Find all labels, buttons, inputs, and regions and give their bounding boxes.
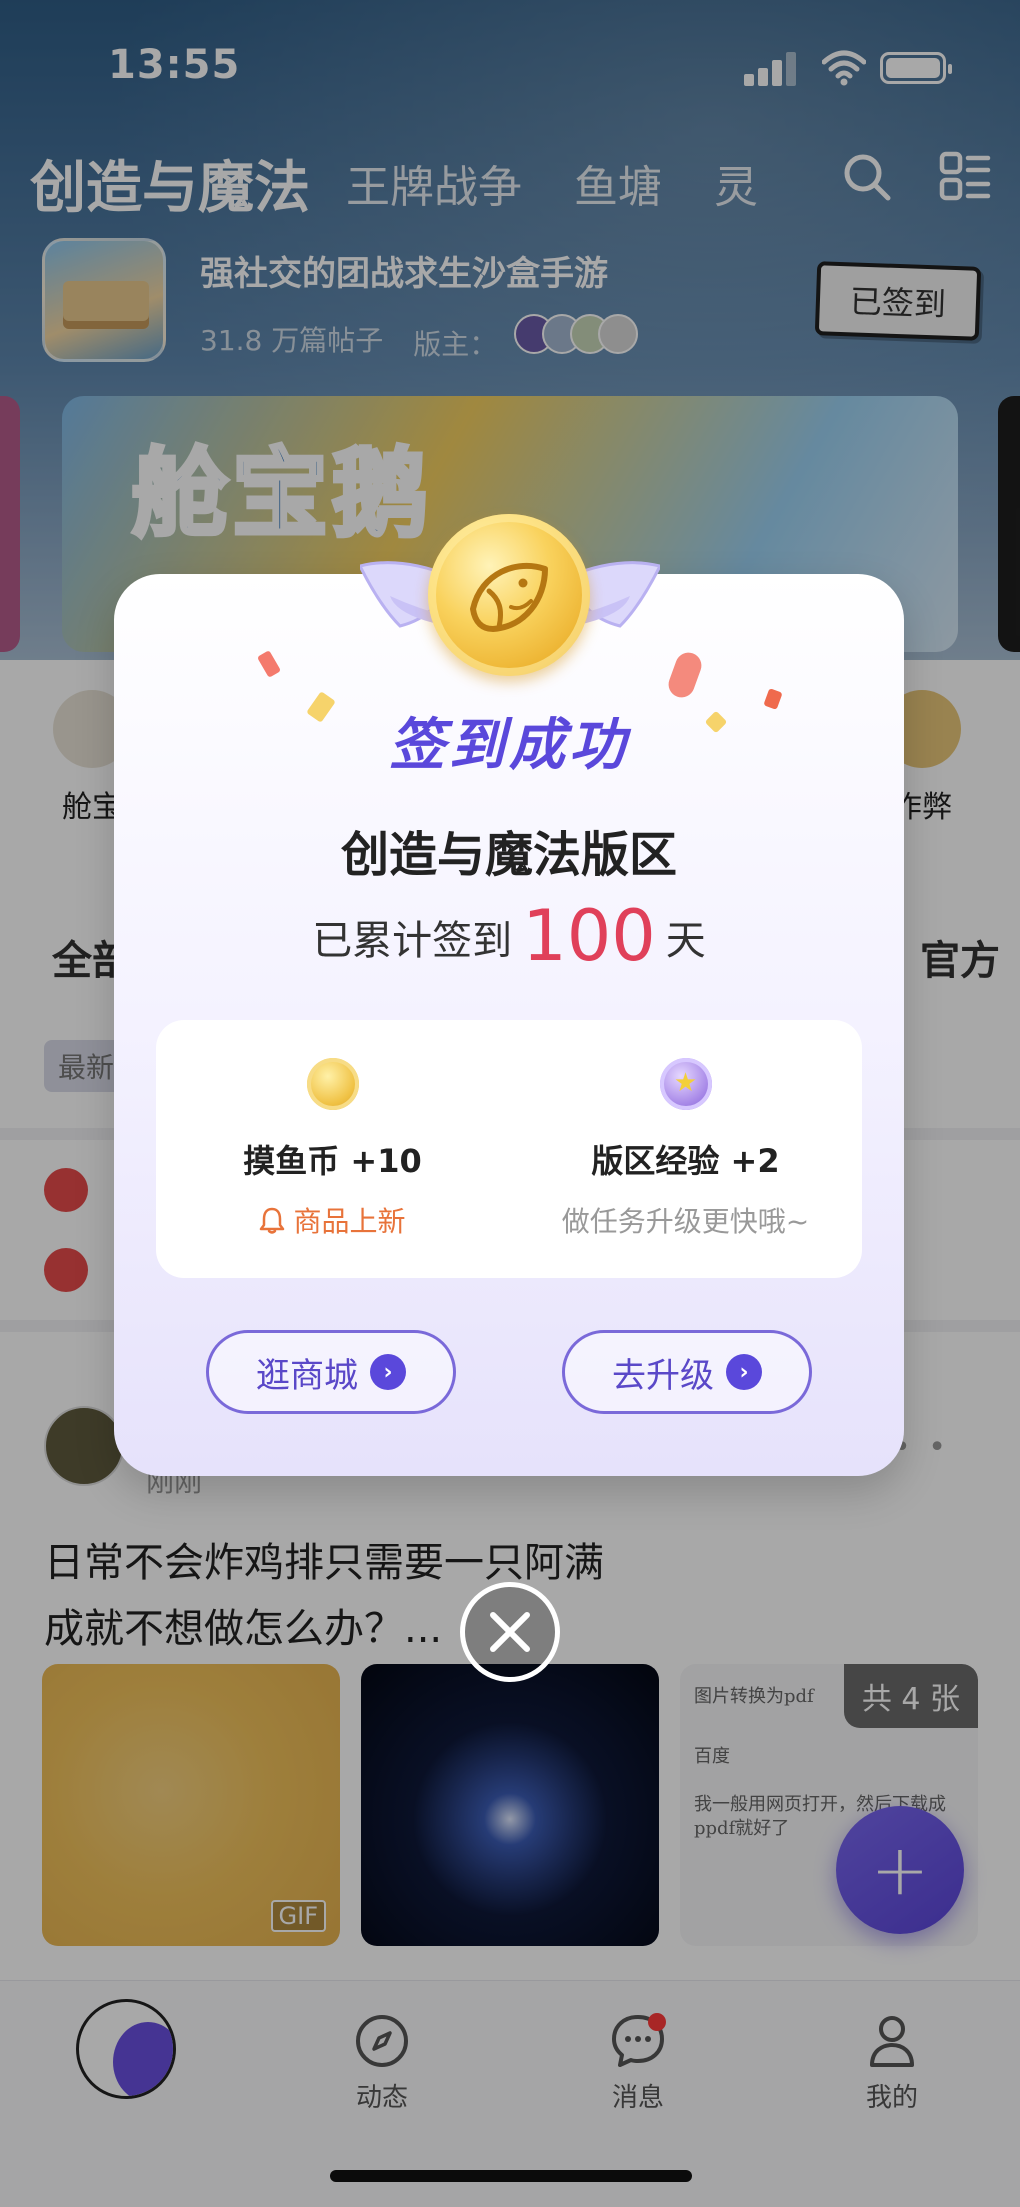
- days-prefix: 已累计签到: [312, 918, 513, 964]
- new-products-link[interactable]: 商品上新: [156, 1200, 509, 1240]
- reward-exp: 版区经验 +2 做任务升级更快哦~: [509, 1058, 862, 1240]
- bell-icon: [260, 1207, 285, 1234]
- reward-coin: 摸鱼币 +10 商品上新: [156, 1058, 509, 1240]
- reward-exp-name: 版区经验 +2: [591, 1142, 780, 1180]
- days-count: 100: [522, 895, 656, 977]
- success-title: 签到成功: [389, 713, 629, 778]
- checkin-days: 已累计签到 100 天: [114, 895, 904, 977]
- rewards-card: 摸鱼币 +10 商品上新 版区经验 +2 做任务升级更快哦~: [156, 1020, 862, 1278]
- chevron-right-icon: ›: [726, 1354, 762, 1390]
- checkin-forum-name: 创造与魔法版区: [340, 827, 677, 883]
- go-upgrade-button[interactable]: 去升级 ›: [562, 1330, 812, 1414]
- reward-coin-name: 摸鱼币 +10: [243, 1142, 422, 1180]
- exp-star-icon: [659, 1058, 712, 1110]
- close-icon: [490, 1612, 530, 1652]
- days-suffix: 天: [665, 918, 706, 964]
- reward-exp-hint: 做任务升级更快哦~: [561, 1205, 810, 1238]
- chevron-right-icon: ›: [370, 1354, 406, 1390]
- go-shop-button[interactable]: 逛商城 ›: [206, 1330, 456, 1414]
- fish-coin-medal-icon: [428, 514, 590, 676]
- close-modal-button[interactable]: [460, 1582, 560, 1682]
- fish-coin-icon: [306, 1058, 359, 1110]
